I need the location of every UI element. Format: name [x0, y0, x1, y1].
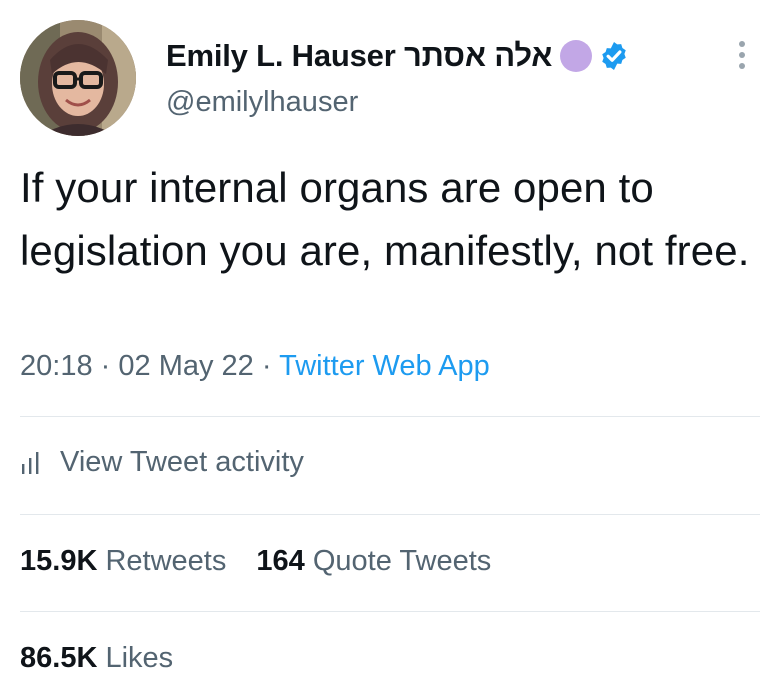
tweet-meta: 20:18 · 02 May 22 · Twitter Web App — [20, 350, 490, 383]
more-dot — [739, 52, 745, 58]
quote-tweets-count: 164 — [256, 545, 305, 577]
divider — [20, 514, 760, 515]
avatar-photo — [20, 20, 136, 136]
meta-separator: · — [261, 350, 272, 382]
engagement-stats-row: 15.9K Retweets 164 Quote Tweets — [20, 545, 491, 578]
more-dot — [739, 41, 745, 47]
author-name-row: Emily L. Hauser אלה אסתר — [166, 36, 630, 76]
retweets-count: 15.9K — [20, 545, 98, 577]
activity-label: View Tweet activity — [60, 446, 304, 478]
retweets-label: Retweets — [105, 545, 227, 577]
tweet-date[interactable]: 02 May 22 — [118, 350, 253, 382]
verified-badge-icon — [602, 42, 626, 70]
bar-chart-icon — [22, 451, 39, 474]
display-name[interactable]: Emily L. Hauser אלה אסתר — [166, 38, 552, 74]
likes-label: Likes — [105, 642, 174, 674]
tweet-detail: Emily L. Hauser אלה אסתר @emilylhauser I… — [0, 0, 766, 687]
avatar[interactable] — [20, 20, 136, 136]
tweet-source-link[interactable]: Twitter Web App — [279, 350, 490, 382]
quote-tweets-stat[interactable]: 164 Quote Tweets — [256, 545, 491, 578]
divider — [20, 611, 760, 612]
quote-tweets-label: Quote Tweets — [312, 545, 492, 577]
likes-stats-row: 86.5K Likes — [20, 642, 173, 675]
tweet-time[interactable]: 20:18 — [20, 350, 93, 382]
user-handle[interactable]: @emilylhauser — [166, 86, 358, 119]
meta-separator: · — [100, 350, 111, 382]
view-tweet-activity-link[interactable]: View Tweet activity — [20, 446, 304, 479]
retweets-stat[interactable]: 15.9K Retweets — [20, 545, 226, 578]
likes-count: 86.5K — [20, 642, 98, 674]
more-options-icon[interactable] — [728, 38, 756, 72]
likes-stat[interactable]: 86.5K Likes — [20, 642, 173, 675]
tweet-text: If your internal organs are open to legi… — [20, 164, 750, 274]
more-dot — [739, 63, 745, 69]
purple-circle-icon — [560, 40, 593, 72]
divider — [20, 416, 760, 417]
